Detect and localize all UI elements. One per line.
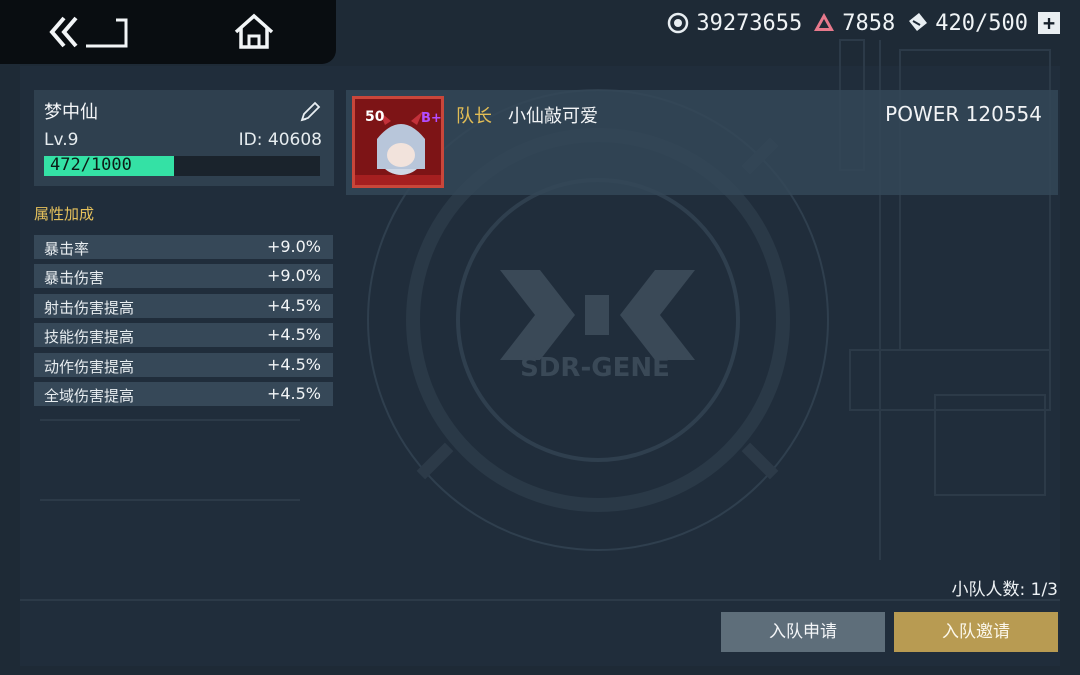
attribute-label: 技能伤害提高 xyxy=(44,328,135,347)
add-ticket-button[interactable]: + xyxy=(1038,12,1060,34)
attribute-label: 暴击率 xyxy=(44,240,90,258)
currency-bar: 39273655 7858 420/500 + xyxy=(666,6,1060,40)
home-icon xyxy=(234,13,274,49)
attribute-value: +4.5% xyxy=(266,383,321,403)
attribute-label: 全域伤害提高 xyxy=(44,386,135,405)
plus-icon: + xyxy=(1042,11,1056,35)
home-button[interactable] xyxy=(232,12,276,52)
pencil-icon xyxy=(300,101,321,122)
currency-energy-value: 39273655 xyxy=(696,10,803,36)
member-avatar-level: 50 xyxy=(365,109,385,125)
currency-ticket: 420/500 xyxy=(905,11,1028,36)
attribute-value: +9.0% xyxy=(266,266,321,286)
xp-bar: 472/1000 xyxy=(44,155,320,176)
attribute-label: 暴击伤害 xyxy=(44,269,105,288)
attribute-row-shooting-damage: 射击伤害提高 +4.5% xyxy=(34,293,333,318)
currency-energy: 39273655 xyxy=(666,11,802,36)
profile-card: 梦中仙 Lv.9 ID: 40608 472/1000 xyxy=(34,90,334,186)
back-arrow-icon xyxy=(49,16,128,48)
ticket-icon xyxy=(909,13,928,31)
watermark-text: SDR-GENE xyxy=(520,353,670,383)
attribute-value: +4.5% xyxy=(266,295,321,315)
back-button[interactable] xyxy=(46,12,136,52)
member-avatar-grade: B+ xyxy=(421,111,442,126)
player-level: Lv.9 xyxy=(44,130,79,150)
top-nav-panel xyxy=(0,0,336,64)
team-invite-button[interactable]: 入队邀请 xyxy=(894,612,1058,652)
member-name: 小仙敲可爱 xyxy=(508,106,598,127)
attribute-value: +9.0% xyxy=(266,237,321,256)
player-name: 梦中仙 xyxy=(44,102,98,123)
join-request-button[interactable]: 入队申请 xyxy=(721,612,885,652)
gem-icon xyxy=(814,13,835,31)
member-power: POWER 120554 xyxy=(885,102,1042,126)
xp-text: 472/1000 xyxy=(50,155,132,175)
team-count: 小队人数: 1/3 xyxy=(951,580,1059,600)
attribute-bonus-title: 属性加成 xyxy=(34,205,95,223)
edit-name-button[interactable] xyxy=(298,100,322,124)
attribute-row-skill-damage: 技能伤害提高 +4.5% xyxy=(34,323,333,348)
leader-tag: 队长 xyxy=(456,106,492,127)
attribute-row-crit-rate: 暴击率 +9.0% xyxy=(34,235,333,259)
attribute-row-global-damage: 全域伤害提高 +4.5% xyxy=(34,381,333,406)
attribute-value: +4.5% xyxy=(266,354,321,374)
team-member-card[interactable]: 50 B+ 队长 小仙敲可爱 POWER 120554 xyxy=(346,90,1058,195)
energy-core-icon xyxy=(668,12,689,34)
attribute-bonus-list: 暴击率 +9.0% 暴击伤害 +9.0% 射击伤害提高 +4.5% 技能伤害提高… xyxy=(34,235,333,411)
currency-gem: 7858 xyxy=(812,11,895,36)
currency-ticket-value: 420/500 xyxy=(935,10,1028,36)
attribute-label: 动作伤害提高 xyxy=(44,357,135,376)
attribute-row-crit-damage: 暴击伤害 +9.0% xyxy=(34,264,333,289)
attribute-row-action-damage: 动作伤害提高 +4.5% xyxy=(34,352,333,377)
member-avatar[interactable]: 50 B+ xyxy=(352,96,444,188)
player-id: ID: 40608 xyxy=(238,130,322,150)
currency-gem-value: 7858 xyxy=(842,10,896,36)
attribute-label: 射击伤害提高 xyxy=(44,298,135,317)
attribute-value: +4.5% xyxy=(266,325,321,345)
